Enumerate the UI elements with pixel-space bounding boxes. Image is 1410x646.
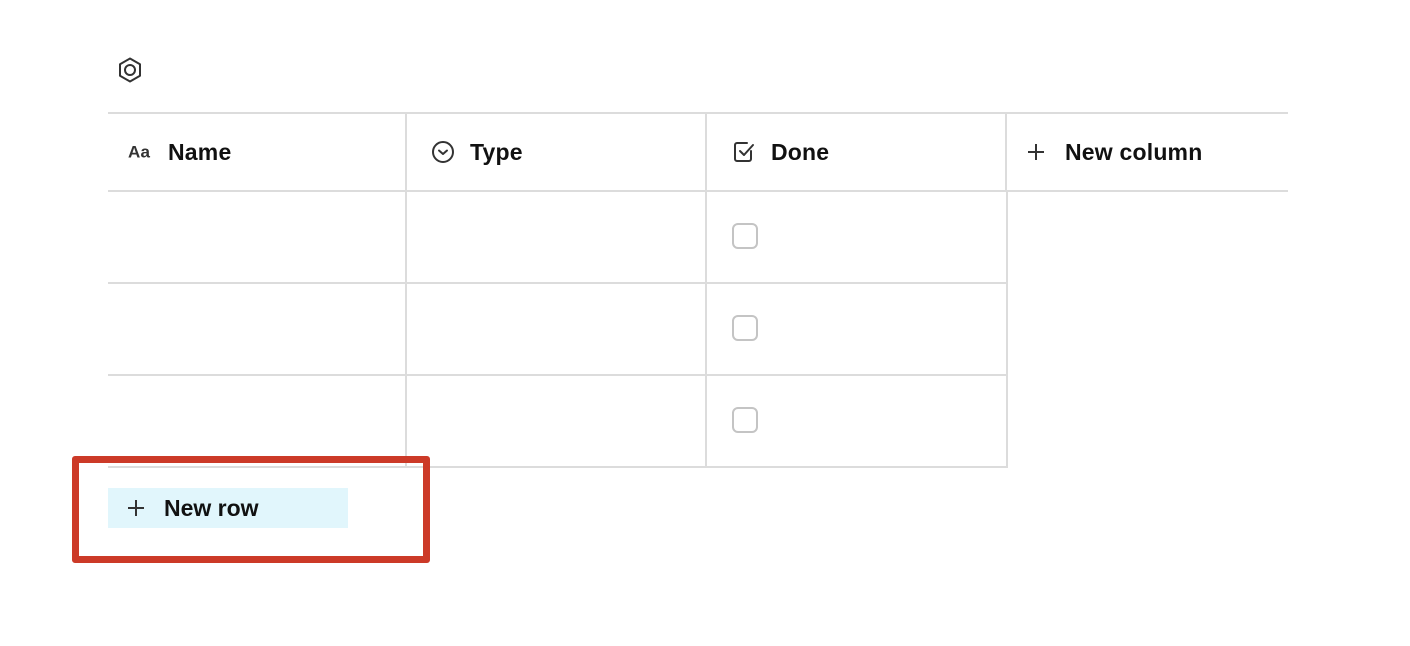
text-aa-icon: Aa xyxy=(128,139,154,165)
new-column-label: New column xyxy=(1065,138,1203,165)
column-header-label: Done xyxy=(771,138,830,165)
done-cell xyxy=(707,376,1008,466)
type-cell[interactable] xyxy=(407,192,707,282)
new-row-button[interactable]: New row xyxy=(108,488,348,528)
table-row xyxy=(108,376,1008,468)
name-cell[interactable] xyxy=(108,192,407,282)
column-header-label: Name xyxy=(168,138,232,165)
done-cell xyxy=(707,284,1008,374)
settings-hexagon-icon xyxy=(116,56,144,89)
new-column-button[interactable]: New column xyxy=(1007,114,1288,190)
name-cell[interactable] xyxy=(108,284,407,374)
done-checkbox[interactable] xyxy=(732,407,758,433)
done-checkbox[interactable] xyxy=(732,223,758,249)
done-cell xyxy=(707,192,1008,282)
column-header-done[interactable]: Done xyxy=(707,114,1007,190)
table-row xyxy=(108,192,1008,284)
table-row xyxy=(108,284,1008,376)
column-header-label: Type xyxy=(470,138,523,165)
type-cell[interactable] xyxy=(407,284,707,374)
column-header-name[interactable]: Aa Name xyxy=(108,114,407,190)
svg-text:Aa: Aa xyxy=(128,143,150,162)
plus-icon xyxy=(1023,139,1049,165)
plus-icon xyxy=(125,497,147,519)
checkbox-checked-icon xyxy=(731,139,757,165)
name-cell[interactable] xyxy=(108,376,407,466)
table-body xyxy=(108,192,1008,468)
new-row-label: New row xyxy=(164,494,259,521)
done-checkbox[interactable] xyxy=(732,315,758,341)
column-header-type[interactable]: Type xyxy=(407,114,707,190)
settings-button[interactable] xyxy=(115,57,145,87)
type-cell[interactable] xyxy=(407,376,707,466)
table-header: Aa Name Type Done New column xyxy=(108,114,1288,190)
select-circle-chevron-icon xyxy=(430,139,456,165)
